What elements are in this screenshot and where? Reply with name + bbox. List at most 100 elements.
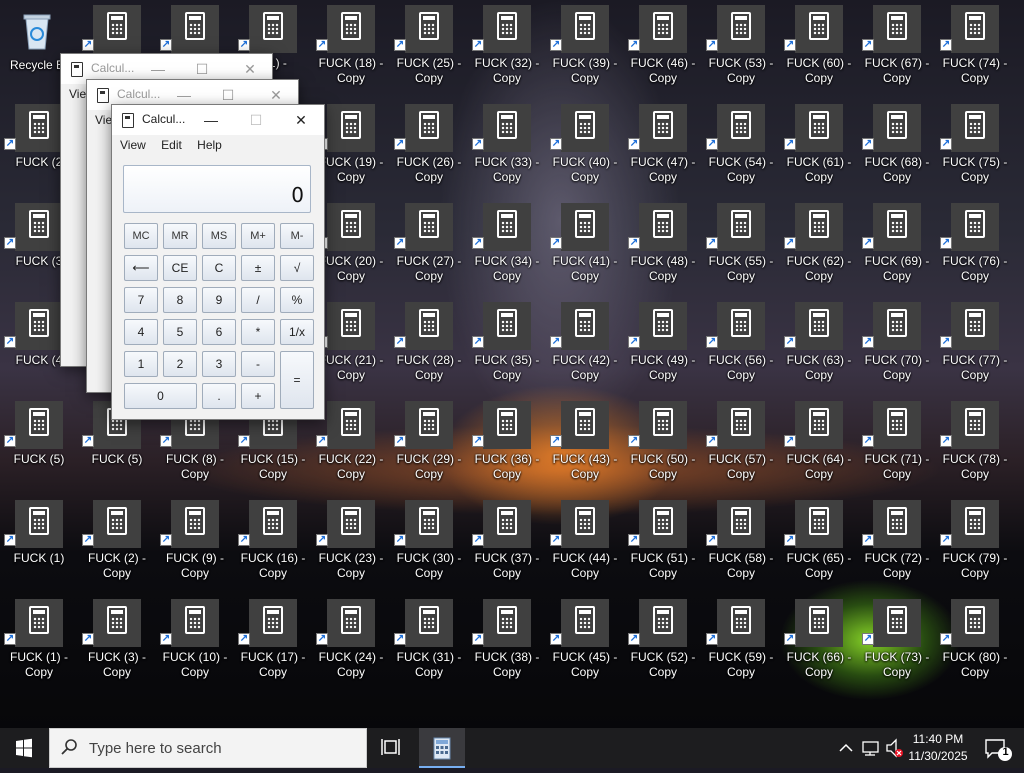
desktop-shortcut[interactable]: ↗ FUCK (25) - Copy [392,5,466,97]
desktop-shortcut[interactable]: ↗ FUCK (70) - Copy [860,302,934,394]
memory-key[interactable]: MR [163,223,197,249]
close-button[interactable]: ✕ [278,105,324,135]
desktop-shortcut[interactable]: ↗ FUCK (66) - Copy [782,599,856,691]
desktop-shortcut[interactable]: ↗ FUCK (77) - Copy [938,302,1012,394]
desktop-shortcut[interactable]: ↗ FUCK (63) - Copy [782,302,856,394]
minimize-button[interactable]: — [188,105,234,135]
desktop-shortcut[interactable]: ↗ FUCK (71) - Copy [860,401,934,493]
desktop-shortcut[interactable]: ↗ FUCK (68) - Copy [860,104,934,196]
desktop-shortcut[interactable]: ↗ FUCK (9) - Copy [158,500,232,592]
desktop-shortcut[interactable]: ↗ FUCK (31) - Copy [392,599,466,691]
key[interactable]: - [241,351,275,377]
task-view-button[interactable] [369,728,415,768]
key[interactable]: 5 [163,319,197,345]
desktop-shortcut[interactable]: ↗ FUCK (36) - Copy [470,401,544,493]
desktop-shortcut[interactable]: ↗ FUCK (74) - Copy [938,5,1012,97]
desktop-shortcut[interactable]: ↗ FUCK (26) - Copy [392,104,466,196]
desktop-shortcut[interactable]: ↗FUCK (21) - Copy [314,302,388,394]
desktop-shortcut[interactable]: ↗ FUCK (2) - Copy [80,500,154,592]
desktop-shortcut[interactable]: ↗ FUCK (46) - Copy [626,5,700,97]
desktop-shortcut[interactable]: ↗ FUCK (80) - Copy [938,599,1012,691]
desktop-shortcut[interactable]: ↗ FUCK (76) - Copy [938,203,1012,295]
desktop-shortcut[interactable]: ↗ FUCK (17) - Copy [236,599,310,691]
desktop-shortcut[interactable]: ↗ FUCK (34) - Copy [470,203,544,295]
desktop-shortcut[interactable]: ↗ FUCK (18) - Copy [314,5,388,97]
desktop-shortcut[interactable]: ↗ FUCK (75) - Copy [938,104,1012,196]
memory-key[interactable]: M+ [241,223,275,249]
maximize-button[interactable]: ☐ [233,105,279,135]
equals-key[interactable]: = [280,351,314,409]
network-icon[interactable] [860,728,882,768]
menu-edit[interactable]: Edit [161,135,182,155]
desktop-shortcut[interactable]: ↗ FUCK (45) - Copy [548,599,622,691]
desktop-shortcut[interactable]: ↗ FUCK (35) - Copy [470,302,544,394]
desktop-shortcut[interactable]: ↗ FUCK (49) - Copy [626,302,700,394]
desktop-shortcut[interactable]: ↗ FUCK (38) - Copy [470,599,544,691]
desktop-shortcut[interactable]: ↗ FUCK (69) - Copy [860,203,934,295]
key[interactable]: √ [280,255,314,281]
memory-key[interactable]: MS [202,223,236,249]
desktop-shortcut[interactable]: ↗ FUCK (47) - Copy [626,104,700,196]
desktop-shortcut[interactable]: ↗FUCK (19) - Copy [314,104,388,196]
desktop-shortcut[interactable]: ↗ FUCK (79) - Copy [938,500,1012,592]
desktop-shortcut[interactable]: ↗ FUCK (55) - Copy [704,203,778,295]
desktop-shortcut[interactable]: ↗ FUCK (22) - Copy [314,401,388,493]
chevron-up-icon[interactable] [836,728,856,768]
desktop-shortcut[interactable]: ↗ FUCK (78) - Copy [938,401,1012,493]
key[interactable]: 2 [163,351,197,377]
key[interactable]: 8 [163,287,197,313]
key[interactable]: 1 [124,351,158,377]
zero-key[interactable]: 0 [124,383,197,409]
menu-view[interactable]: View [120,135,146,155]
desktop-shortcut[interactable]: ↗ FUCK (28) - Copy [392,302,466,394]
add-key[interactable]: + [241,383,275,409]
calculator-window[interactable]: Calcul... — ☐ ✕ View Edit Help 0 MC MR MS M… [111,104,325,420]
desktop-shortcut[interactable]: ↗ FUCK (43) - Copy [548,401,622,493]
desktop-shortcut[interactable]: ↗ FUCK (53) - Copy [704,5,778,97]
desktop-shortcut[interactable]: ↗ FUCK (41) - Copy [548,203,622,295]
desktop-shortcut[interactable]: ↗ FUCK (57) - Copy [704,401,778,493]
search-box[interactable]: Type here to search [49,728,367,768]
memory-key[interactable]: M- [280,223,314,249]
desktop-shortcut[interactable]: ↗ FUCK (10) - Copy [158,599,232,691]
desktop-shortcut[interactable]: ↗ FUCK (33) - Copy [470,104,544,196]
desktop-shortcut[interactable]: ↗ FUCK (64) - Copy [782,401,856,493]
desktop-shortcut[interactable]: ↗ FUCK (23) - Copy [314,500,388,592]
desktop-shortcut[interactable]: ↗ FUCK (58) - Copy [704,500,778,592]
clock[interactable]: 11:40 PM 11/30/2025 [898,731,978,765]
key[interactable]: ± [241,255,275,281]
desktop-shortcut[interactable]: ↗FUCK (20) - Copy [314,203,388,295]
key[interactable]: 6 [202,319,236,345]
desktop-shortcut[interactable]: ↗ FUCK (62) - Copy [782,203,856,295]
desktop-shortcut[interactable]: ↗ FUCK (50) - Copy [626,401,700,493]
desktop-shortcut[interactable]: ↗ FUCK (73) - Copy [860,599,934,691]
start-button[interactable] [0,728,48,768]
desktop-shortcut[interactable]: ↗ FUCK (72) - Copy [860,500,934,592]
menu-help[interactable]: Help [197,135,222,155]
desktop-shortcut[interactable]: ↗ FUCK (32) - Copy [470,5,544,97]
desktop-shortcut[interactable]: ↗ FUCK (61) - Copy [782,104,856,196]
desktop-shortcut[interactable]: ↗ FUCK (56) - Copy [704,302,778,394]
desktop-shortcut[interactable]: ↗ FUCK (48) - Copy [626,203,700,295]
taskbar-calculator-button[interactable] [419,728,465,768]
desktop-shortcut[interactable]: ↗ FUCK (29) - Copy [392,401,466,493]
key[interactable]: 1/x [280,319,314,345]
desktop-shortcut[interactable]: ↗ FUCK (44) - Copy [548,500,622,592]
desktop-shortcut[interactable]: ↗ FUCK (52) - Copy [626,599,700,691]
key[interactable]: 9 [202,287,236,313]
desktop-shortcut[interactable]: ↗ FUCK (30) - Copy [392,500,466,592]
desktop-shortcut[interactable]: ↗ FUCK (1) [2,500,76,592]
desktop-shortcut[interactable]: ↗ FUCK (67) - Copy [860,5,934,97]
desktop-shortcut[interactable]: ↗ FUCK (5) [2,401,76,493]
decimal-key[interactable]: . [202,383,236,409]
desktop-shortcut[interactable]: ↗ FUCK (27) - Copy [392,203,466,295]
title-bar[interactable]: Calcul... — ☐ ✕ [112,105,324,135]
desktop-shortcut[interactable]: ↗ FUCK (37) - Copy [470,500,544,592]
desktop-shortcut[interactable]: ↗ FUCK (24) - Copy [314,599,388,691]
key[interactable]: * [241,319,275,345]
key[interactable]: 4 [124,319,158,345]
desktop-shortcut[interactable]: ↗ FUCK (40) - Copy [548,104,622,196]
key[interactable]: ⟵ [124,255,158,281]
desktop-shortcut[interactable]: ↗ FUCK (39) - Copy [548,5,622,97]
key[interactable]: / [241,287,275,313]
